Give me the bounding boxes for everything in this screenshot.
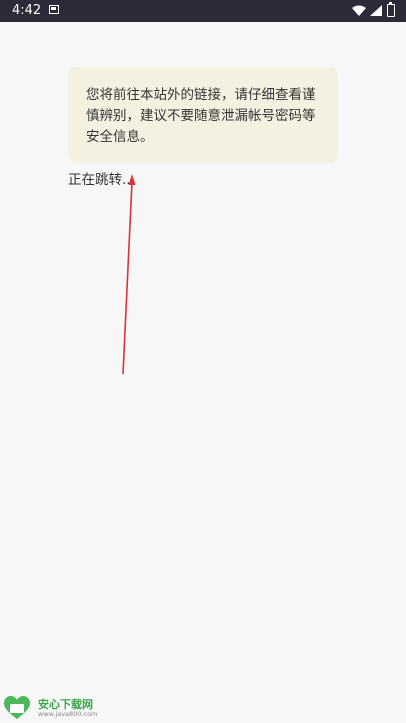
notification-icon bbox=[49, 5, 59, 14]
external-link-notice: 您将前往本站外的链接，请仔细查看谨慎辨别，建议不要随意泄漏帐号密码等安全信息。 bbox=[68, 67, 338, 163]
site-logo-watermark: 安心下载网 www.java800.com bbox=[2, 694, 102, 722]
logo-url: www.java800.com bbox=[38, 710, 98, 718]
logo-badge-icon bbox=[4, 696, 30, 719]
signal-icon bbox=[370, 5, 382, 16]
wifi-icon bbox=[352, 5, 366, 16]
status-bar: 4:42 bbox=[0, 0, 406, 22]
battery-icon bbox=[387, 2, 395, 17]
notice-message: 您将前往本站外的链接，请仔细查看谨慎辨别，建议不要随意泄漏帐号密码等安全信息。 bbox=[86, 87, 316, 145]
redirect-status: 正在跳转... bbox=[68, 172, 135, 188]
status-time: 4:42 bbox=[12, 3, 42, 18]
